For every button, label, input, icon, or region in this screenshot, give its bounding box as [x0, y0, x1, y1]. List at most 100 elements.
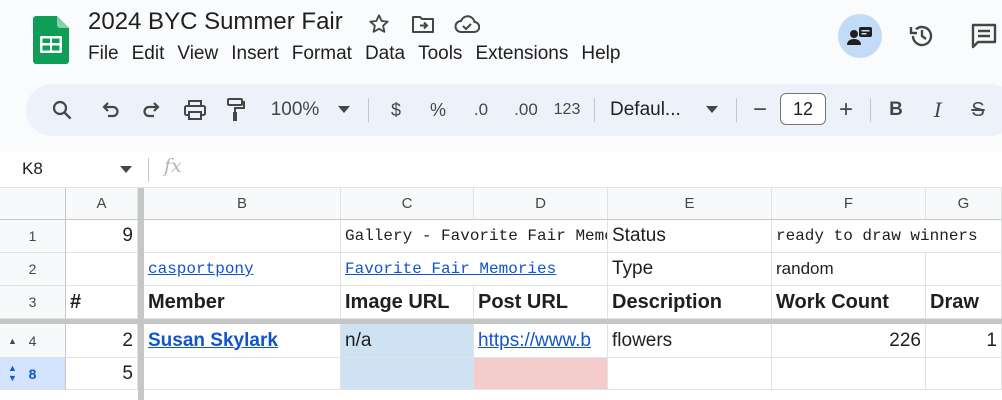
cell-f4[interactable]: 226 [772, 324, 926, 358]
cell-b2[interactable]: casportpony [144, 253, 341, 286]
zoom-chevron-down-icon[interactable] [334, 84, 354, 136]
sheets-logo-icon[interactable] [33, 16, 69, 64]
move-folder-icon[interactable] [406, 8, 440, 40]
column-header-f[interactable]: F [772, 188, 926, 220]
column-header-d[interactable]: D [474, 188, 608, 220]
cell-a2[interactable] [66, 253, 138, 286]
frozen-column-divider[interactable] [138, 188, 144, 400]
cell-d4[interactable]: https://www.b [474, 324, 608, 358]
cell-a3[interactable]: # [66, 286, 138, 319]
menu-bar: File Edit View Insert Format Data Tools … [88, 43, 633, 65]
row-header-8-label: 8 [28, 365, 37, 382]
people-chat-icon [847, 27, 872, 45]
cell-g8[interactable] [926, 358, 1002, 390]
cell-d3[interactable]: Post URL [474, 286, 608, 319]
cell-b4[interactable]: Susan Skylark [144, 324, 341, 358]
column-header-e[interactable]: E [608, 188, 772, 220]
menu-view[interactable]: View [177, 43, 227, 65]
undo-icon[interactable] [96, 84, 124, 136]
menu-edit[interactable]: Edit [132, 43, 174, 65]
cell-f1[interactable]: ready to draw winners [772, 220, 1002, 253]
cell-e3[interactable]: Description [608, 286, 772, 319]
cloud-saved-icon[interactable] [450, 8, 484, 40]
cell-e1[interactable]: Status [608, 220, 772, 253]
font-chevron-down-icon[interactable] [702, 84, 722, 136]
bold-button[interactable]: B [884, 84, 908, 136]
row-header-4-label: 4 [28, 332, 37, 349]
cell-a1[interactable]: 9 [66, 220, 138, 253]
decrease-decimal-button[interactable]: .0 [464, 84, 498, 136]
expand-row-up-icon[interactable]: ▲ [8, 336, 17, 346]
document-title[interactable]: 2024 BYC Summer Fair [88, 8, 343, 36]
font-size-input[interactable]: 12 [780, 93, 826, 125]
menu-data[interactable]: Data [365, 43, 414, 65]
version-history-icon[interactable] [900, 14, 944, 58]
toolbar-divider [368, 98, 369, 122]
cell-e4[interactable]: flowers [608, 324, 772, 358]
cell-c1[interactable]: Gallery - Favorite Fair Memories [341, 220, 608, 253]
redo-icon[interactable] [138, 84, 166, 136]
search-menus-icon[interactable] [48, 84, 76, 136]
column-header-a[interactable]: A [66, 188, 138, 220]
cell-c3[interactable]: Image URL [341, 286, 474, 319]
cell-e2[interactable]: Type [608, 253, 772, 286]
number-format-button[interactable]: 123 [552, 84, 582, 136]
increase-decimal-label: .00 [514, 100, 538, 119]
paint-format-icon[interactable] [222, 84, 250, 136]
spreadsheet-app: 2024 BYC Summer Fair File Edit View Inse… [0, 0, 1002, 400]
sheet-grid: A B C D E F G 1 2 3 ▲ 4 ▲ ▼ 8 9 Gallery -… [0, 188, 1002, 400]
cell-c2[interactable]: Favorite Fair Memories [341, 253, 608, 286]
menu-file[interactable]: File [88, 43, 128, 65]
cell-d8[interactable] [474, 358, 608, 390]
row-header-8[interactable]: ▲ ▼ 8 [0, 358, 66, 390]
cell-g3[interactable]: Draw [926, 286, 1002, 319]
cell-a4[interactable]: 2 [66, 324, 138, 358]
frozen-row-divider[interactable] [0, 319, 1002, 324]
format-currency-button[interactable]: $ [382, 84, 410, 136]
menu-help[interactable]: Help [581, 43, 629, 65]
column-header-c[interactable]: C [341, 188, 474, 220]
italic-button[interactable]: I [926, 84, 950, 136]
star-icon[interactable] [362, 8, 396, 40]
comments-icon[interactable] [962, 14, 1002, 58]
strikethrough-button[interactable]: S [966, 84, 990, 136]
row-header-1[interactable]: 1 [0, 220, 66, 253]
name-box[interactable]: K8 [22, 159, 43, 179]
print-icon[interactable] [180, 84, 210, 136]
increase-font-size-button[interactable]: + [834, 84, 858, 136]
cell-g2[interactable] [926, 253, 1002, 286]
title-actions [362, 8, 484, 40]
meet-chat-button[interactable] [838, 14, 882, 58]
menu-tools[interactable]: Tools [418, 43, 471, 65]
row-header-4[interactable]: ▲ 4 [0, 324, 66, 358]
decrease-font-size-button[interactable]: − [748, 84, 772, 136]
cell-b3[interactable]: Member [144, 286, 341, 319]
cell-g4[interactable]: 1 [926, 324, 1002, 358]
decrease-decimal-label: .0 [473, 100, 489, 119]
cell-f8[interactable] [772, 358, 926, 390]
format-percent-button[interactable]: % [424, 84, 452, 136]
increase-decimal-button[interactable]: .00 [506, 84, 546, 136]
menu-extensions[interactable]: Extensions [475, 43, 577, 65]
formula-bar: K8 fx [0, 152, 1002, 188]
cell-b1[interactable] [144, 220, 341, 253]
column-header-b[interactable]: B [144, 188, 341, 220]
formula-bar-divider [148, 158, 149, 182]
menu-format[interactable]: Format [292, 43, 361, 65]
cell-b8[interactable] [144, 358, 341, 390]
font-family-select[interactable]: Defaul... [610, 84, 694, 136]
row-header-3[interactable]: 3 [0, 286, 66, 319]
cell-c4[interactable]: n/a [341, 324, 474, 358]
zoom-select[interactable]: 100% [264, 84, 326, 136]
cell-f3[interactable]: Work Count [772, 286, 926, 319]
menu-insert[interactable]: Insert [231, 43, 288, 65]
select-all-corner[interactable] [0, 188, 66, 220]
cell-e8[interactable] [608, 358, 772, 390]
cell-a8[interactable]: 5 [66, 358, 138, 390]
cell-c8[interactable] [341, 358, 474, 390]
row-header-2[interactable]: 2 [0, 253, 66, 286]
cell-f2[interactable]: random [772, 253, 926, 286]
column-header-g[interactable]: G [926, 188, 1002, 220]
expand-rows-icon[interactable]: ▲ ▼ [8, 363, 17, 383]
name-box-chevron-down-icon[interactable] [120, 166, 132, 174]
